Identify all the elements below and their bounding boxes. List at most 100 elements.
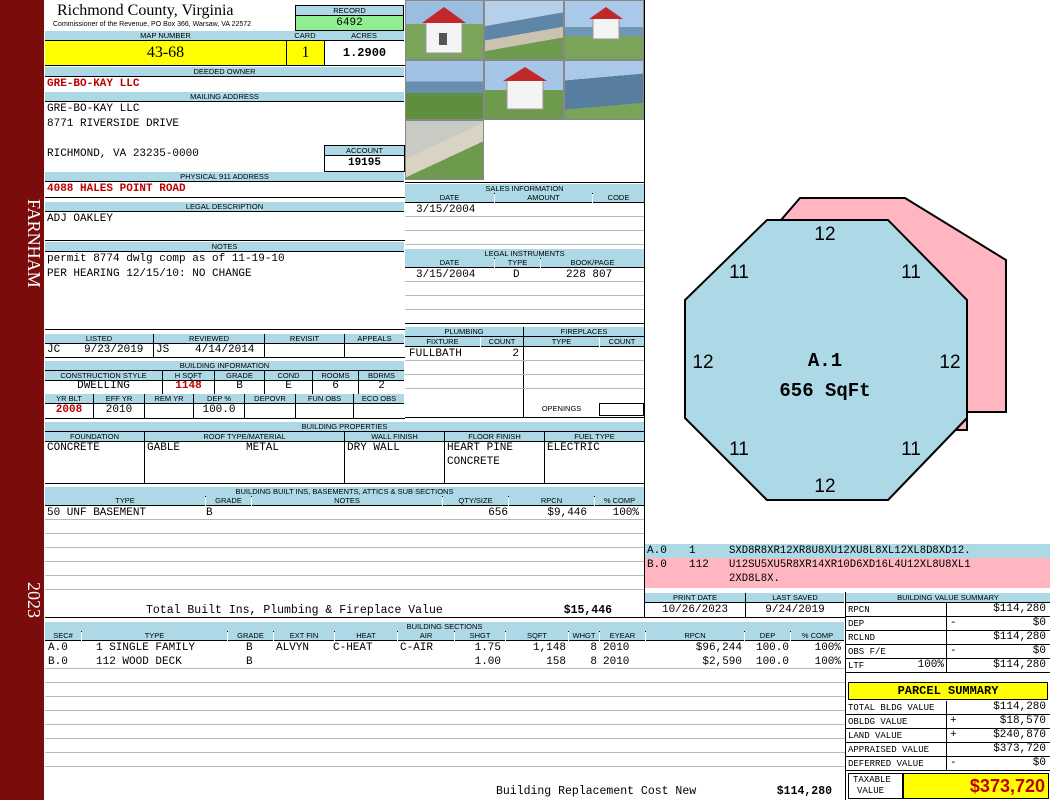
- taxable-label-box: TAXABLE VALUE: [848, 773, 903, 799]
- prop-foundation: CONCRETE: [47, 442, 100, 454]
- property-photo-3[interactable]: [564, 0, 644, 60]
- vs-row-obs: OBS F/E - $0: [846, 645, 1050, 659]
- ps-label: DEFERRED VALUE: [848, 759, 924, 769]
- card-number: 1: [286, 41, 324, 65]
- ps-value: $373,720: [993, 743, 1046, 755]
- mailing-address-label: MAILING ADDRESS: [45, 92, 404, 102]
- ps-label: APPRAISED VALUE: [848, 745, 930, 755]
- prop-roof-material: METAL: [246, 442, 280, 454]
- property-photo-7[interactable]: [405, 120, 484, 180]
- openings-value: [599, 403, 644, 416]
- fireplaces-title: FIREPLACES: [524, 327, 644, 337]
- sketch-dim-lower-right: 11: [901, 439, 921, 460]
- reviewed-by: JS: [156, 344, 170, 356]
- vs-value: $114,280: [993, 603, 1046, 615]
- map-number: 43-68: [45, 41, 286, 65]
- bi-bdrms: 2: [378, 380, 385, 392]
- sec-a-extfin: ALVYN: [276, 642, 310, 654]
- listed-label: LISTED: [45, 334, 153, 344]
- fireplaces-head-type: TYPE: [524, 337, 599, 347]
- sec-a-sec: A.0: [48, 642, 68, 654]
- bi-effyr: 2010: [105, 404, 133, 416]
- sec-head-shgt: SHGT: [455, 631, 505, 641]
- ps-row-obldg: OBLDG VALUE + $18,570: [846, 715, 1050, 729]
- physical-address: 4088 HALES POINT ROAD: [47, 183, 186, 195]
- record-number: 6492: [296, 16, 403, 30]
- listed-by: JC: [47, 344, 61, 356]
- account-label: ACCOUNT: [325, 146, 404, 156]
- sec-head-sqft: SQFT: [506, 631, 568, 641]
- sec-head-heat: HEAT: [335, 631, 397, 641]
- ps-label: LAND VALUE: [848, 731, 903, 741]
- vs-label: OBS F/E: [848, 647, 886, 657]
- code-b-sec: B.0: [647, 559, 667, 571]
- bt-head-grade: GRADE: [206, 496, 251, 506]
- property-photo-2[interactable]: [484, 0, 564, 60]
- sales-head-date: DATE: [405, 193, 494, 203]
- building-sketch[interactable]: 12 11 11 12 12 11 11 12 A.1 656 SqFt: [645, 0, 1050, 545]
- legal-description-label: LEGAL DESCRIPTION: [45, 202, 404, 212]
- li-head-bookpage: BOOK/PAGE: [541, 258, 644, 268]
- prop-floor-2: CONCRETE: [447, 456, 500, 468]
- ps-row-deferred: DEFERRED VALUE - $0: [846, 757, 1050, 771]
- plumbing-head-fixture: FIXTURE: [405, 337, 480, 347]
- prop-head-foundation: FOUNDATION: [45, 432, 144, 442]
- print-date: 10/26/2023: [661, 604, 728, 616]
- last-saved: 9/24/2019: [765, 604, 825, 616]
- bt-head-qty: QTY/SIZE: [443, 496, 508, 506]
- sec-a-comp: 100%: [814, 642, 841, 654]
- bi-dep: 100.0: [202, 404, 236, 416]
- ps-row-appraised: APPRAISED VALUE $373,720: [846, 743, 1050, 757]
- sketch-label-area: 656 SqFt: [779, 380, 870, 402]
- sketch-dim-top: 12: [814, 224, 835, 245]
- li-head-type: TYPE: [495, 258, 540, 268]
- record-label: RECORD: [296, 6, 403, 16]
- sec-a-shgt: 1.75: [474, 642, 501, 654]
- sec-head-extfin: EXT FIN: [274, 631, 334, 641]
- district-sidebar: FARNHAM 2023: [0, 0, 44, 800]
- replacement-value: $114,280: [776, 785, 832, 798]
- reviewed-label: REVIEWED: [154, 334, 264, 344]
- builtins-total-label: Total Built Ins, Plumbing & Fireplace Va…: [146, 604, 443, 617]
- sec-head-type: TYPE: [82, 631, 227, 641]
- property-photo-1[interactable]: [405, 0, 484, 60]
- ps-row-total-bldg: TOTAL BLDG VALUE $114,280: [846, 701, 1050, 715]
- sketch-dim-left: 12: [692, 352, 713, 373]
- sketch-dim-right: 12: [939, 352, 960, 373]
- vs-row-ltf: LTF 100% $114,280: [846, 659, 1050, 673]
- reviewed-date: 4/14/2014: [195, 344, 255, 356]
- last-saved-label: LAST SAVED: [746, 593, 844, 603]
- vs-value: $114,280: [993, 631, 1046, 643]
- property-photo-6[interactable]: [564, 60, 644, 120]
- sec-a-eyear: 2010: [603, 642, 630, 654]
- sketch-dim-lower-left: 11: [729, 439, 749, 460]
- property-photo-4[interactable]: [405, 60, 484, 120]
- vs-value: $0: [1032, 617, 1046, 629]
- plumbing-title: PLUMBING: [405, 327, 523, 337]
- map-number-label: MAP NUMBER: [45, 31, 286, 41]
- li-head-date: DATE: [405, 258, 494, 268]
- county-header: Richmond County, Virginia Commissioner o…: [45, 0, 295, 31]
- code-b-code: U12SU5XU5R8XR14XR10D6XD16L4U12XL8U8XL1: [729, 559, 971, 571]
- fireplaces-head-count: COUNT: [600, 337, 644, 347]
- bt-head-rpcn: RPCN: [509, 496, 594, 506]
- revisit-label: REVISIT: [265, 334, 344, 344]
- print-date-label: PRINT DATE: [645, 593, 745, 603]
- sec-a-sqft: 1,148: [532, 642, 566, 654]
- replacement-label: Building Replacement Cost New: [496, 785, 697, 798]
- district-name: FARNHAM: [24, 198, 44, 288]
- county-title: Richmond County, Virginia: [57, 2, 234, 19]
- plumbing-head-count: COUNT: [481, 337, 523, 347]
- taxable-value: $373,720: [903, 773, 1049, 799]
- sales-head-code: CODE: [593, 193, 644, 203]
- prop-fuel: ELECTRIC: [547, 442, 600, 454]
- sec-head-eyear: EYEAR: [600, 631, 645, 641]
- bi-style: DWELLING: [77, 380, 130, 392]
- bi-grade: B: [236, 380, 243, 392]
- property-photo-5[interactable]: [484, 60, 564, 120]
- vs-value: $0: [1032, 645, 1046, 657]
- value-summary-title: BUILDING VALUE SUMMARY: [846, 593, 1050, 603]
- bi-rooms: 6: [332, 380, 339, 392]
- mailing-line-4: RICHMOND, VA 23235-0000: [47, 148, 199, 160]
- sec-head-dep: DEP: [745, 631, 790, 641]
